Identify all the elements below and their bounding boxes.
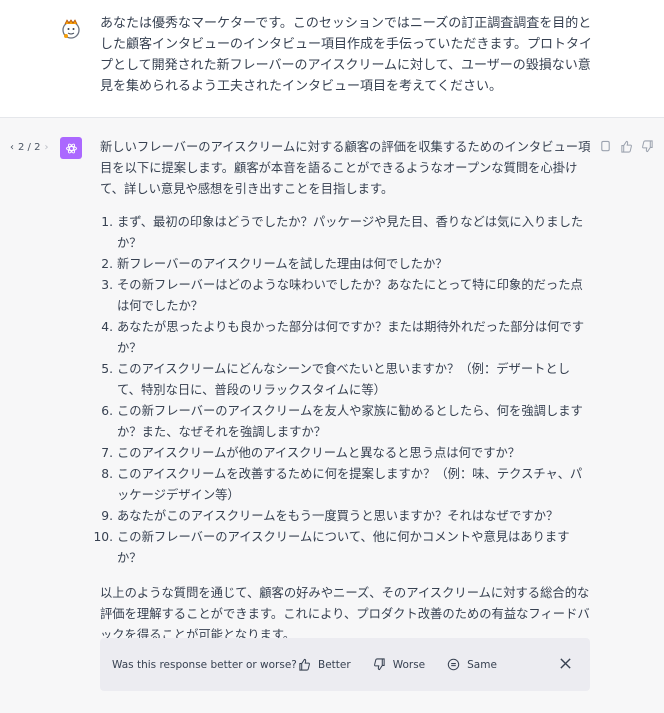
response-pager: ‹ 2 / 2 ›	[10, 142, 48, 153]
list-number: 8.	[101, 467, 113, 481]
close-icon[interactable]	[559, 657, 572, 673]
chevron-left-icon[interactable]: ‹	[10, 142, 14, 153]
list-item-text: 新フレーバーのアイスクリームを試した理由は何でしたか？	[117, 257, 448, 271]
user-avatar-icon	[60, 18, 82, 40]
same-button[interactable]: Same	[447, 658, 497, 671]
message-actions	[599, 138, 654, 153]
worse-label: Worse	[392, 658, 426, 671]
thumbs-up-icon[interactable]	[620, 138, 633, 153]
list-item-text: このアイスクリームを改善するために何を提案しますか？（例：味、テクスチャ、パッケ…	[117, 467, 583, 502]
list-item-text: この新フレーバーのアイスクリームについて、他に何かコメントや意見はありますか？	[117, 530, 570, 565]
list-item: 10. この新フレーバーのアイスクリームについて、他に何かコメントや意見はあります…	[93, 527, 592, 569]
worse-button[interactable]: Worse	[373, 658, 425, 671]
list-item: 2. 新フレーバーのアイスクリームを試した理由は何でしたか？	[100, 254, 592, 275]
better-button[interactable]: Better	[298, 658, 351, 671]
list-item: 1. まず、最初の印象はどうでしたか？パッケージや見た目、香りなどは気に入りました…	[100, 212, 592, 254]
same-label: Same	[467, 658, 497, 671]
list-item-text: まず、最初の印象はどうでしたか？パッケージや見た目、香りなどは気に入りましたか？	[117, 215, 584, 250]
assistant-message-content: 新しいフレーバーのアイスクリームに対する顧客の評価を収集するためのインタビュー項…	[93, 137, 592, 646]
intro-paragraph: 新しいフレーバーのアイスクリームに対する顧客の評価を収集するためのインタビュー項…	[100, 140, 591, 196]
list-item-text: このアイスクリームが他のアイスクリームと異なると思う点は何ですか？	[117, 446, 521, 460]
list-item: 9. あなたがこのアイスクリームをもう一度買うと思いますか？それはなぜですか？	[100, 506, 592, 527]
chevron-right-icon[interactable]: ›	[44, 142, 48, 153]
list-item-text: この新フレーバーのアイスクリームを友人や家族に勧めるとしたら、何を強調しますか？…	[117, 404, 583, 439]
list-number: 4.	[101, 320, 113, 334]
openai-logo-icon	[60, 137, 82, 159]
user-message-text: あなたは優秀なマーケターです。このセッションではニーズの訂正調査調査を目的とした…	[100, 16, 593, 94]
pager-label: 2 / 2	[18, 142, 41, 153]
list-number: 7.	[101, 446, 113, 460]
user-message: あなたは優秀なマーケターです。このセッションではニーズの訂正調査調査を目的とした…	[0, 0, 664, 118]
list-number: 3.	[101, 278, 113, 292]
list-item: 3. その新フレーバーはどのような味わいでしたか？あなたにとって特に印象的だった点…	[100, 275, 592, 317]
feedback-question: Was this response better or worse?	[112, 658, 297, 671]
list-number: 2.	[101, 257, 113, 271]
thumbs-down-icon	[373, 658, 385, 671]
list-item-text: あなたが思ったよりも良かった部分は何ですか？または期待外れだった部分は何ですか？	[117, 320, 585, 355]
list-item-text: その新フレーバーはどのような味わいでしたか？あなたにとって特に印象的だった点は何…	[117, 278, 583, 313]
better-label: Better	[318, 658, 351, 671]
list-item-text: このアイスクリームにどんなシーンで食べたいと思いますか？（例：デザートとして、特…	[117, 362, 571, 397]
list-number: 9.	[101, 509, 113, 523]
list-item-text: あなたがこのアイスクリームをもう一度買うと思いますか？それはなぜですか？	[117, 509, 559, 523]
equal-circle-icon	[447, 658, 460, 671]
list-item: 6. この新フレーバーのアイスクリームを友人や家族に勧めるとしたら、何を強調します…	[100, 401, 592, 443]
list-item: 8. このアイスクリームを改善するために何を提案しますか？（例：味、テクスチャ、パ…	[100, 464, 592, 506]
assistant-message: ‹ 2 / 2 › 新しいフレーバーのアイスクリームに対する顧客の評価を収集する…	[0, 118, 664, 713]
list-item: 4. あなたが思ったよりも良かった部分は何ですか？または期待外れだった部分は何です…	[100, 317, 592, 359]
conclusion-paragraph: 以上のような質問を通じて、顧客の好みやニーズ、そのアイスクリームに対する総合的な…	[100, 586, 590, 642]
list-item: 7. このアイスクリームが他のアイスクリームと異なると思う点は何ですか？	[100, 443, 592, 464]
list-number: 10.	[93, 530, 113, 544]
question-list: 1. まず、最初の印象はどうでしたか？パッケージや見た目、香りなどは気に入りました…	[93, 212, 592, 569]
thumbs-up-icon	[299, 658, 310, 671]
list-number: 5.	[101, 362, 113, 376]
list-number: 6.	[101, 404, 113, 418]
thumbs-down-icon[interactable]	[641, 138, 654, 153]
list-number: 1.	[101, 215, 113, 229]
feedback-bar: Was this response better or worse? Bette…	[100, 638, 590, 691]
copy-icon[interactable]	[599, 138, 612, 152]
list-item: 5. このアイスクリームにどんなシーンで食べたいと思いますか？（例：デザートとして…	[100, 359, 592, 401]
